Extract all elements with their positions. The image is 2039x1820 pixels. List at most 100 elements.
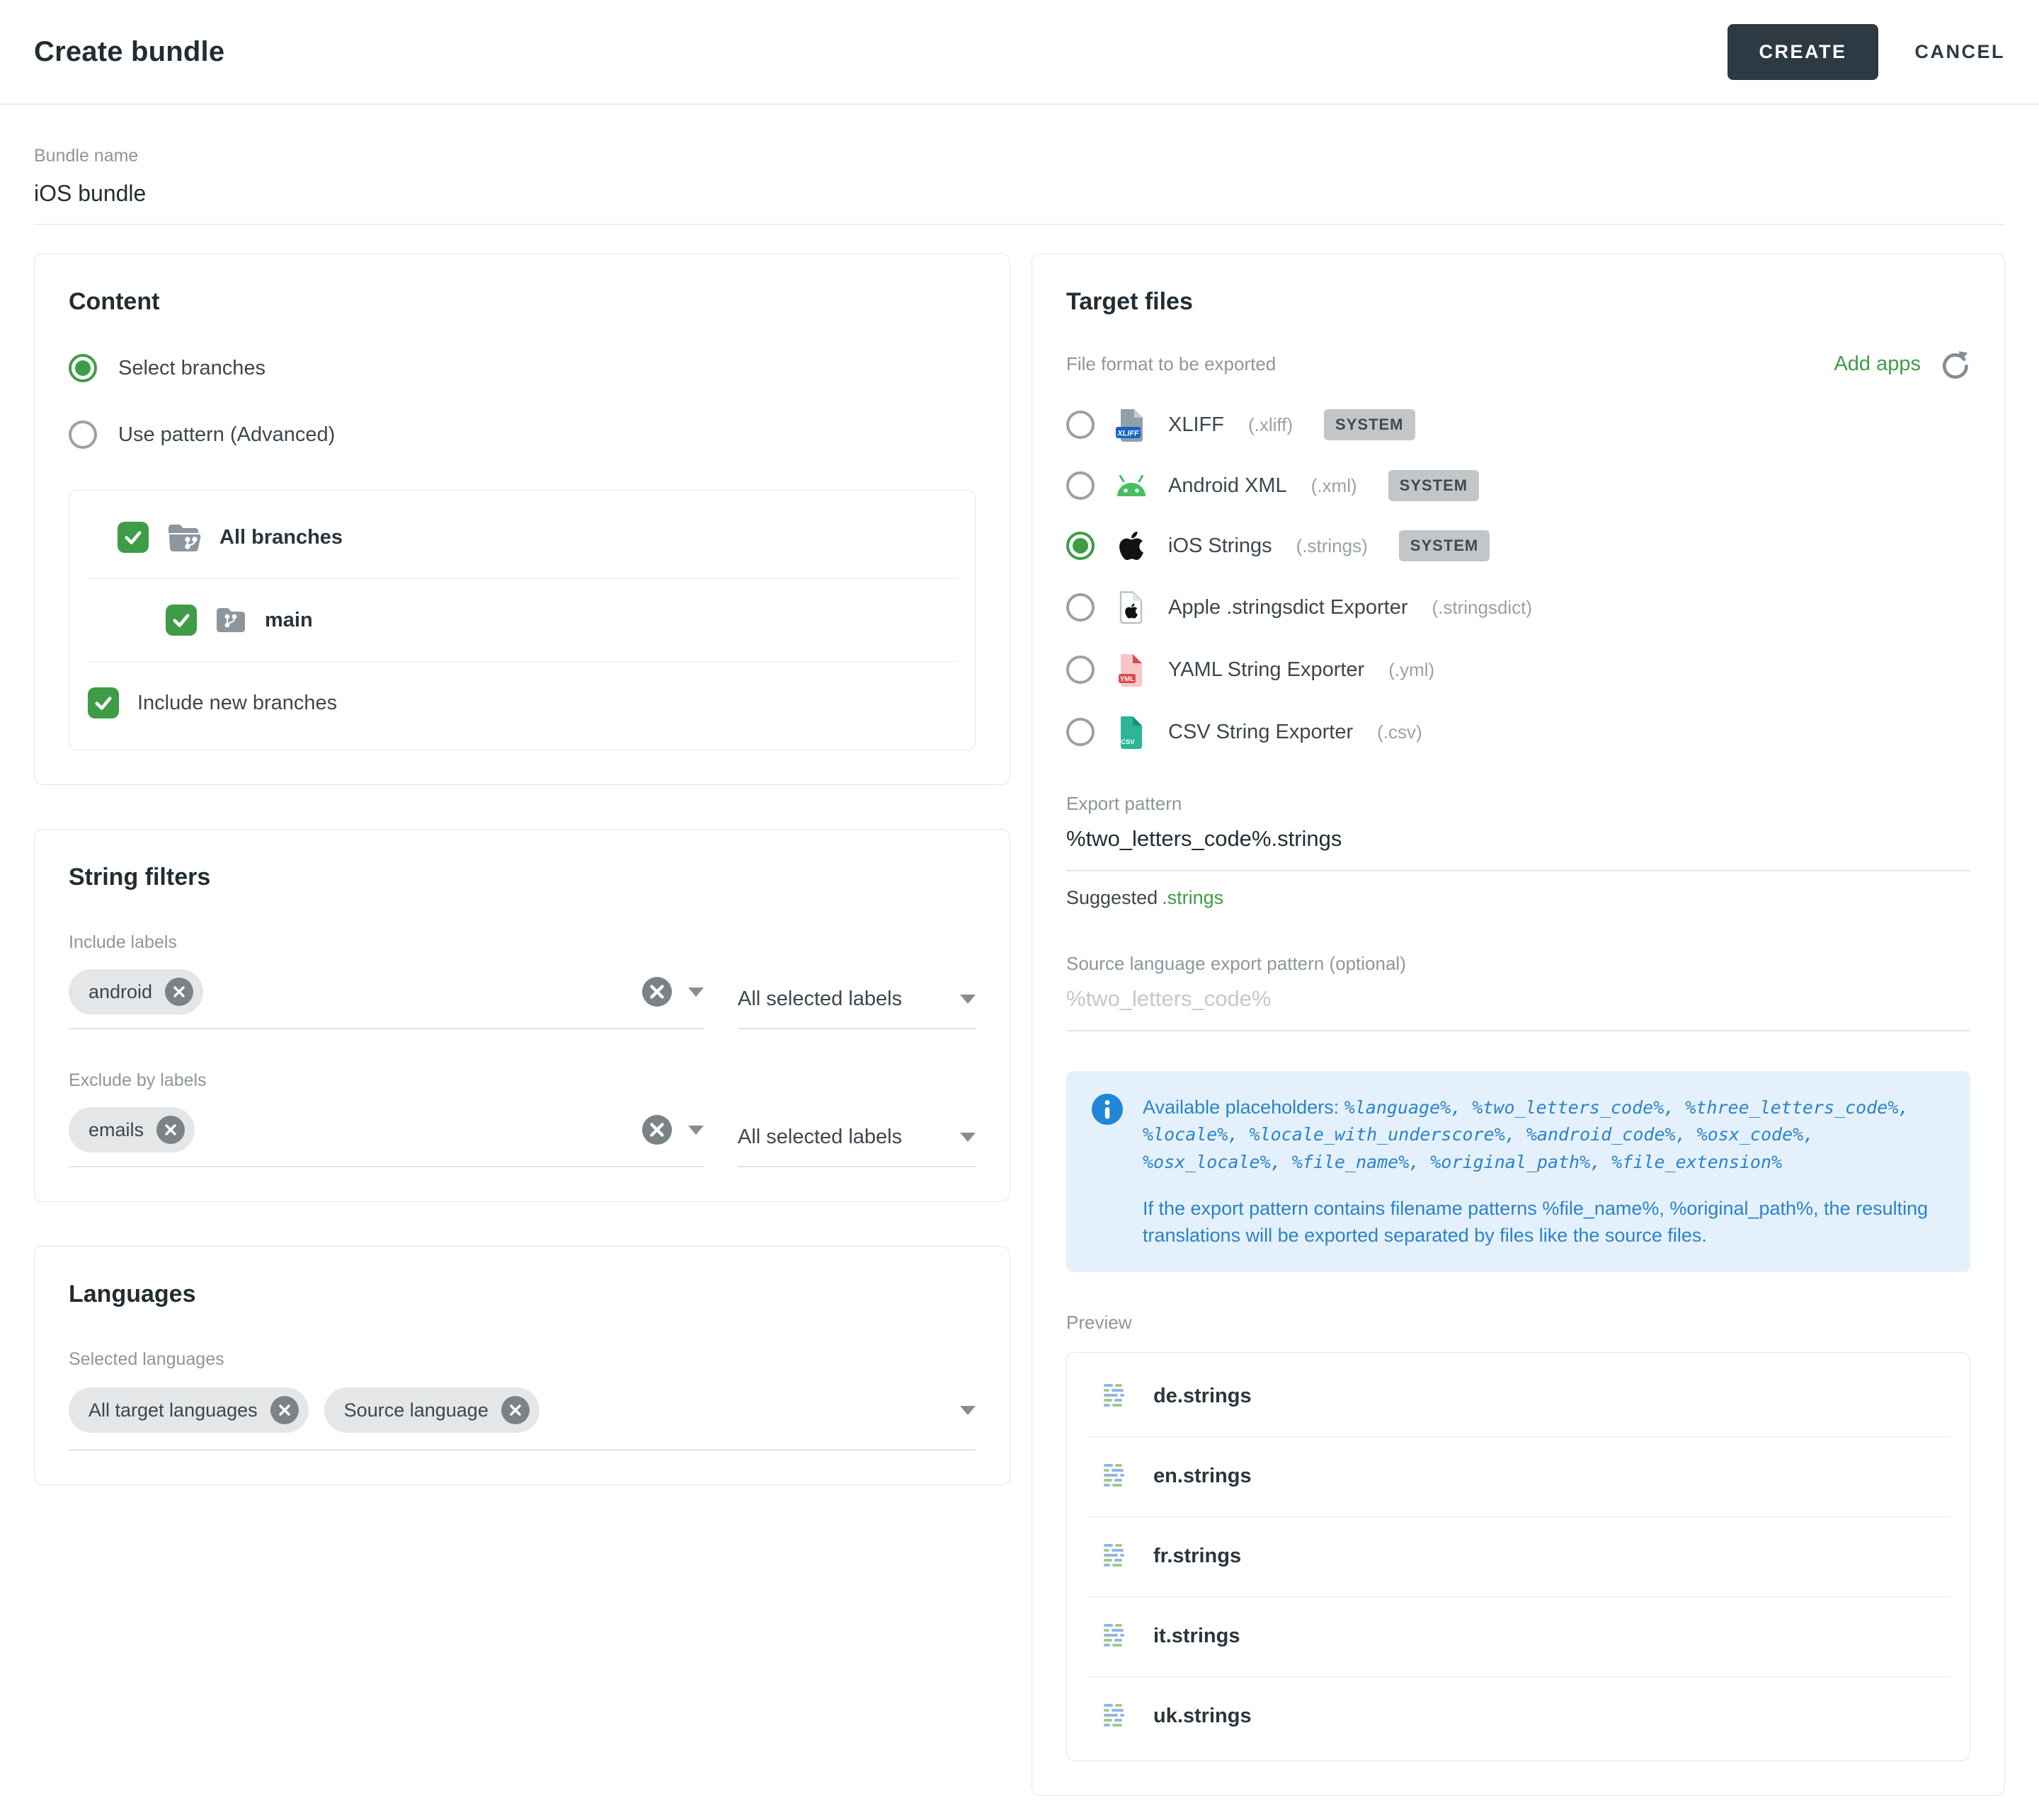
branch-main-label: main [265, 609, 313, 632]
system-badge: SYSTEM [1324, 409, 1415, 440]
select-branches-radio[interactable] [69, 354, 97, 382]
folder-branch-icon [215, 606, 246, 634]
remove-chip-icon[interactable] [165, 978, 193, 1006]
format-radio-xliff[interactable] [1066, 411, 1095, 439]
bundle-name-block: Bundle name [34, 146, 2005, 225]
cancel-button[interactable]: CANCEL [1915, 41, 2006, 63]
format-radio-csv[interactable] [1066, 718, 1095, 746]
preview-file-row: de.strings [1067, 1357, 1970, 1436]
file-format-label: File format to be exported [1066, 353, 1276, 375]
all-branches-row[interactable]: All branches [88, 496, 956, 578]
chevron-down-icon[interactable] [688, 1126, 704, 1135]
format-radio-yaml[interactable] [1066, 656, 1095, 684]
target-files-card: Target files File format to be exported … [1032, 253, 2005, 1796]
chip-text: android [88, 981, 152, 1003]
clear-field-icon[interactable] [641, 1114, 673, 1145]
source-pattern-input[interactable] [1066, 975, 1970, 1031]
preview-file-name: fr.strings [1153, 1545, 1241, 1568]
preview-file-row: it.strings [1067, 1597, 1970, 1676]
chip-text: All target languages [88, 1400, 258, 1421]
remove-chip-icon[interactable] [156, 1116, 185, 1144]
format-row-yaml[interactable]: YML YAML String Exporter (.yml) [1066, 653, 1970, 687]
format-name: iOS Strings [1168, 534, 1272, 558]
selected-languages-input[interactable]: All target languages Source language [69, 1385, 976, 1450]
format-row-android-xml[interactable]: Android XML (.xml) SYSTEM [1066, 470, 1970, 501]
preview-file-row: en.strings [1067, 1437, 1970, 1516]
label-chip-android[interactable]: android [69, 969, 203, 1014]
select-branches-label: Select branches [118, 357, 265, 380]
format-name: XLIFF [1168, 413, 1224, 437]
remove-chip-icon[interactable] [501, 1396, 530, 1424]
language-chip-source[interactable]: Source language [324, 1387, 539, 1433]
include-new-branches-label: Include new branches [137, 692, 337, 715]
suggested-label: Suggested [1066, 887, 1158, 908]
chip-text: emails [88, 1119, 144, 1141]
svg-text:CSV: CSV [1121, 738, 1135, 746]
export-pattern-input[interactable] [1066, 815, 1970, 871]
export-pattern-label: Export pattern [1066, 793, 1970, 815]
xliff-file-icon: XLIFF [1116, 408, 1147, 442]
code-file-icon [1101, 1461, 1132, 1492]
format-ext: (.stringsdict) [1432, 597, 1532, 619]
branch-main-row[interactable]: main [88, 579, 956, 661]
preview-file-name: uk.strings [1153, 1705, 1252, 1728]
refresh-icon[interactable] [1939, 348, 1970, 379]
format-row-xliff[interactable]: XLIFF XLIFF (.xliff) SYSTEM [1066, 408, 1970, 442]
label-chip-emails[interactable]: emails [69, 1107, 195, 1152]
format-row-stringsdict[interactable]: Apple .stringsdict Exporter (.stringsdic… [1066, 590, 1970, 624]
format-radio-android-xml[interactable] [1066, 471, 1095, 500]
placeholders-paragraph: Available placeholders: %language%, %two… [1143, 1094, 1945, 1175]
format-row-ios-strings[interactable]: iOS Strings (.strings) SYSTEM [1066, 530, 1970, 562]
chevron-down-icon[interactable] [688, 988, 704, 997]
languages-card: Languages Selected languages All target … [34, 1246, 1010, 1485]
code-file-icon [1101, 1621, 1132, 1652]
include-new-branches-row[interactable]: Include new branches [88, 662, 956, 744]
format-name: Apple .stringsdict Exporter [1168, 596, 1407, 619]
preview-file-row: fr.strings [1067, 1517, 1970, 1596]
chevron-down-icon [960, 995, 976, 1004]
include-labels-input[interactable]: android [69, 968, 704, 1029]
exclude-labels-input[interactable]: emails [69, 1106, 704, 1167]
string-filters-title: String filters [69, 864, 976, 891]
apple-icon [1117, 530, 1146, 562]
preview-label: Preview [1066, 1312, 1970, 1334]
code-file-icon [1101, 1701, 1132, 1732]
check-icon [122, 527, 144, 548]
android-icon [1114, 474, 1148, 498]
preview-box: de.strings en.strings [1066, 1352, 1970, 1761]
select-value: All selected labels [738, 1126, 902, 1149]
content-title: Content [69, 288, 976, 316]
format-ext: (.csv) [1377, 721, 1422, 743]
format-name: CSV String Exporter [1168, 721, 1353, 744]
branch-main-checkbox[interactable] [166, 605, 197, 636]
all-branches-label: All branches [219, 526, 343, 549]
svg-text:YML: YML [1120, 675, 1134, 683]
use-pattern-radio[interactable] [69, 420, 97, 449]
include-new-branches-checkbox[interactable] [88, 687, 119, 719]
check-icon [93, 692, 114, 714]
code-file-icon [1101, 1541, 1132, 1572]
format-row-csv[interactable]: CSV CSV String Exporter (.csv) [1066, 715, 1970, 749]
use-pattern-label: Use pattern (Advanced) [118, 423, 335, 447]
remove-chip-icon[interactable] [270, 1396, 299, 1424]
chevron-down-icon[interactable] [960, 1406, 976, 1415]
yaml-file-icon: YML [1117, 653, 1146, 687]
clear-field-icon[interactable] [641, 976, 673, 1007]
format-ext: (.strings) [1296, 535, 1368, 557]
exclude-labels-mode-select[interactable]: All selected labels [738, 1126, 976, 1167]
all-branches-checkbox[interactable] [118, 522, 149, 553]
use-pattern-option[interactable]: Use pattern (Advanced) [69, 420, 976, 449]
include-labels-mode-select[interactable]: All selected labels [738, 988, 976, 1029]
language-chip-all-target[interactable]: All target languages [69, 1387, 309, 1433]
code-file-icon [1101, 1381, 1132, 1412]
system-badge: SYSTEM [1388, 470, 1479, 501]
create-button[interactable]: CREATE [1727, 24, 1878, 80]
add-apps-link[interactable]: Add apps [1834, 353, 1921, 376]
format-radio-ios-strings[interactable] [1066, 532, 1095, 560]
placeholders-info-box: Available placeholders: %language%, %two… [1066, 1071, 1970, 1272]
bundle-name-input[interactable] [34, 166, 2005, 225]
svg-text:XLIFF: XLIFF [1116, 430, 1139, 438]
select-branches-option[interactable]: Select branches [69, 354, 976, 382]
suggested-extension-link[interactable]: .strings [1162, 887, 1223, 908]
format-radio-stringsdict[interactable] [1066, 593, 1095, 622]
